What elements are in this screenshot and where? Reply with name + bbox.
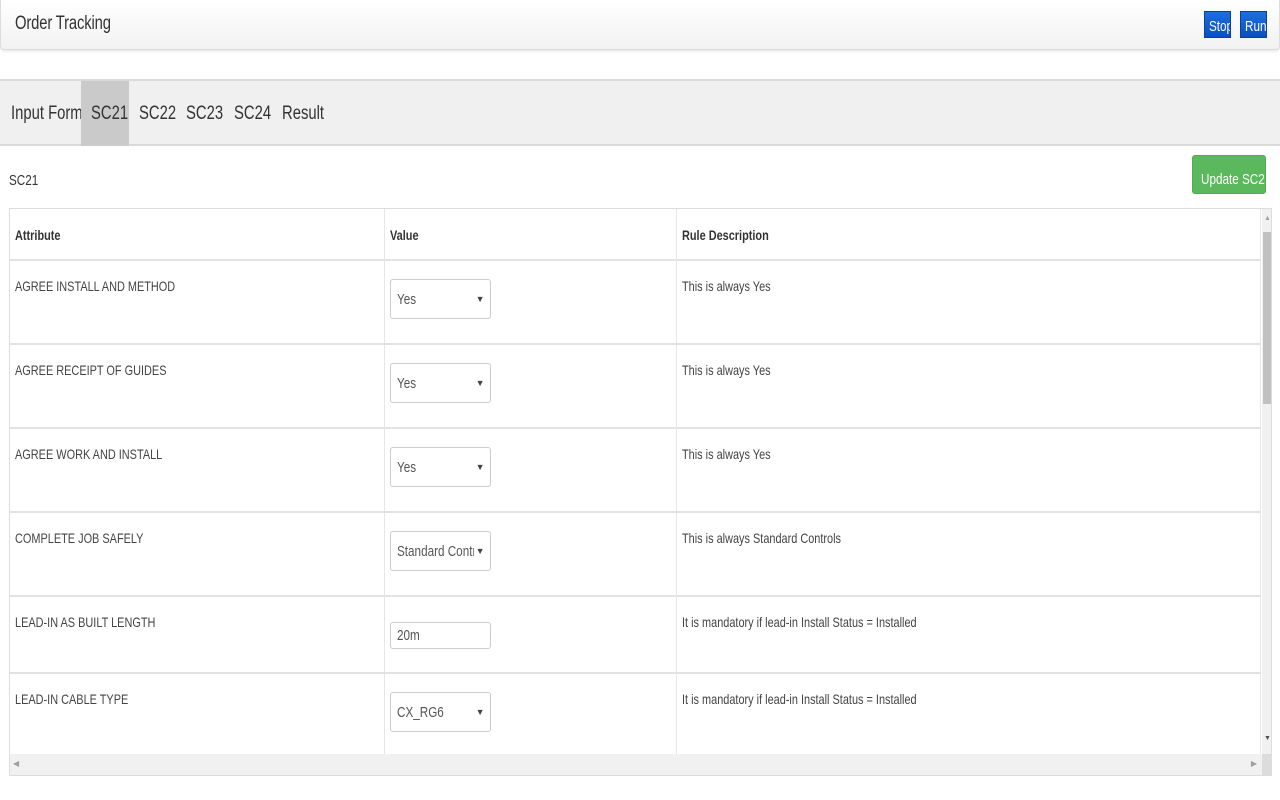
table-header-row: Attribute Value Rule Description: [10, 209, 1261, 261]
column-header-value: Value: [384, 209, 677, 261]
attribute-label: AGREE INSTALL AND METHOD: [15, 278, 176, 294]
tab-sc24[interactable]: SC24: [228, 81, 272, 146]
attribute-label: COMPLETE JOB SAFELY: [15, 530, 144, 546]
scroll-up-icon[interactable]: ▲: [1264, 215, 1271, 222]
update-button-label: Update SC21: [1201, 171, 1266, 188]
tab-label: SC22: [139, 103, 177, 124]
agree-receipt-of-guides-select[interactable]: Yes ▼: [389, 363, 491, 403]
value-cell: Yes ▼: [384, 428, 677, 513]
rule-description: This is always Yes: [681, 362, 771, 378]
run-button[interactable]: Run: [1240, 11, 1267, 38]
app-title: Order Tracking: [15, 13, 111, 34]
tab-result[interactable]: Result: [276, 81, 336, 146]
attributes-table: Attribute Value Rule Description AGREE I…: [10, 209, 1261, 758]
scrollbar-corner: [1262, 754, 1271, 775]
agree-work-and-install-select[interactable]: Yes ▼: [389, 447, 491, 487]
lead-in-as-built-length-input[interactable]: 20m: [389, 622, 491, 649]
tab-label: Result: [282, 103, 325, 124]
attribute-cell: AGREE INSTALL AND METHOD: [10, 260, 385, 345]
column-header-rule-description: Rule Description: [676, 209, 1261, 261]
header-label: Rule Description: [681, 227, 769, 243]
app-header: Order Tracking Stop Run: [0, 0, 1280, 50]
select-value: Standard Controls: [396, 543, 478, 560]
attribute-cell: LEAD-IN CABLE TYPE: [10, 673, 385, 758]
value-cell: Standard Controls▼: [384, 512, 677, 597]
rule-cell: It is mandatory if lead-in Install Statu…: [676, 596, 1261, 674]
tab-label: SC24: [234, 103, 272, 124]
tab-label: SC23: [186, 103, 224, 124]
chevron-down-icon: ▼: [475, 462, 485, 472]
lead-in-cable-type-select[interactable]: CX_RG6 ▼: [389, 692, 491, 732]
run-button-label: Run: [1245, 18, 1267, 35]
rule-description: It is mandatory if lead-in Install Statu…: [681, 614, 917, 630]
input-value: 20m: [396, 627, 420, 644]
rule-description: This is always Yes: [681, 446, 771, 462]
update-sc21-button[interactable]: Update SC21: [1192, 155, 1266, 194]
tab-sc22[interactable]: SC22: [131, 81, 177, 146]
rule-cell: This is always Standard Controls: [676, 512, 1261, 597]
chevron-down-icon: ▼: [473, 546, 485, 556]
attribute-cell: LEAD-IN AS BUILT LENGTH: [10, 596, 385, 674]
value-cell: Yes ▼: [384, 344, 677, 429]
tab-label: Input Form: [11, 103, 83, 124]
rule-cell: This is always Yes: [676, 344, 1261, 429]
vertical-scrollbar[interactable]: ▲ ▼: [1262, 209, 1271, 754]
attributes-table-container: Attribute Value Rule Description AGREE I…: [9, 208, 1272, 776]
rule-cell: It is mandatory if lead-in Install Statu…: [676, 673, 1261, 758]
header-label: Value: [389, 227, 419, 243]
scroll-down-icon[interactable]: ▼: [1264, 735, 1271, 742]
stop-button[interactable]: Stop: [1204, 11, 1231, 38]
chevron-down-icon: ▼: [475, 707, 485, 717]
scroll-right-icon[interactable]: ▶: [1251, 759, 1257, 768]
attribute-cell: AGREE RECEIPT OF GUIDES: [10, 344, 385, 429]
attribute-label: LEAD-IN AS BUILT LENGTH: [15, 614, 156, 630]
horizontal-scrollbar[interactable]: ◀ ▶: [10, 754, 1262, 775]
attribute-label: AGREE RECEIPT OF GUIDES: [15, 362, 167, 378]
tab-sc23[interactable]: SC23: [180, 81, 224, 146]
table-row: AGREE RECEIPT OF GUIDES Yes ▼ This is alw…: [10, 344, 1261, 429]
select-value: Yes: [396, 291, 416, 308]
table-row: LEAD-IN AS BUILT LENGTH 20m It is mandat…: [10, 596, 1261, 674]
rule-description: This is always Standard Controls: [681, 530, 841, 546]
rule-description: This is always Yes: [681, 278, 771, 294]
rule-description: It is mandatory if lead-in Install Statu…: [681, 691, 917, 707]
select-value: Yes: [396, 375, 416, 392]
column-header-attribute: Attribute: [10, 209, 385, 261]
attribute-label: LEAD-IN CABLE TYPE: [15, 691, 129, 707]
tab-bar: Input Form SC21 SC22 SC23 SC24 Result: [0, 79, 1280, 146]
section-title: SC21: [9, 172, 39, 189]
attribute-cell: COMPLETE JOB SAFELY: [10, 512, 385, 597]
rule-cell: This is always Yes: [676, 260, 1261, 345]
agree-install-and-method-select[interactable]: Yes ▼: [389, 279, 491, 319]
tab-input-form[interactable]: Input Form: [4, 81, 83, 146]
vertical-scroll-thumb[interactable]: [1263, 232, 1271, 404]
value-cell: CX_RG6 ▼: [384, 673, 677, 758]
table-row: COMPLETE JOB SAFELY Standard Controls▼ T…: [10, 512, 1261, 597]
select-value: CX_RG6: [396, 704, 444, 721]
stop-button-label: Stop: [1209, 18, 1231, 35]
chevron-down-icon: ▼: [475, 378, 485, 388]
attribute-label: AGREE WORK AND INSTALL: [15, 446, 163, 462]
rule-cell: This is always Yes: [676, 428, 1261, 513]
select-value: Yes: [396, 459, 416, 476]
value-cell: 20m: [384, 596, 677, 674]
tab-sc21[interactable]: SC21: [81, 81, 129, 146]
table-row: AGREE INSTALL AND METHOD Yes ▼ This is al…: [10, 260, 1261, 345]
table-row: LEAD-IN CABLE TYPE CX_RG6 ▼ It is mandato…: [10, 673, 1261, 758]
header-label: Attribute: [15, 227, 61, 243]
attribute-cell: AGREE WORK AND INSTALL: [10, 428, 385, 513]
value-cell: Yes ▼: [384, 260, 677, 345]
chevron-down-icon: ▼: [475, 294, 485, 304]
tab-label: SC21: [91, 103, 129, 124]
scroll-left-icon[interactable]: ◀: [13, 759, 19, 768]
complete-job-safely-select[interactable]: Standard Controls▼: [389, 531, 491, 571]
table-row: AGREE WORK AND INSTALL Yes ▼ This is alwa…: [10, 428, 1261, 513]
